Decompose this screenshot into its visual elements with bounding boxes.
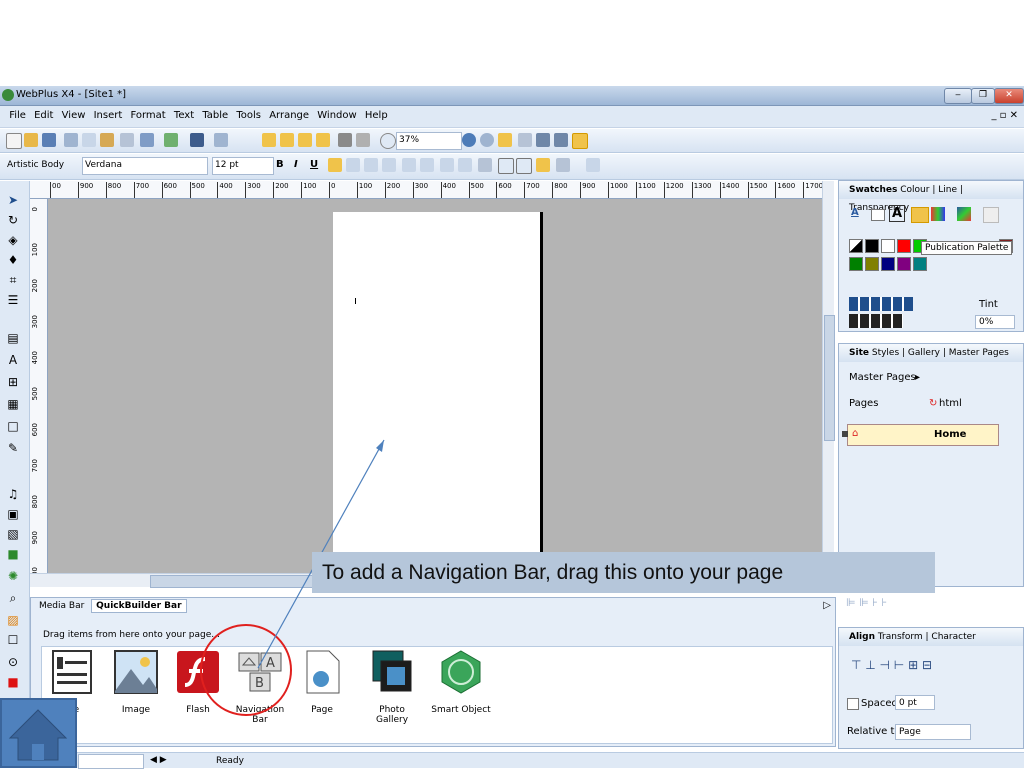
instruction-callout: To add a Navigation Bar, drag this onto … — [312, 552, 935, 593]
home-icon — [8, 709, 68, 761]
instruction-arrow — [257, 439, 385, 669]
home-button[interactable] — [0, 698, 77, 768]
